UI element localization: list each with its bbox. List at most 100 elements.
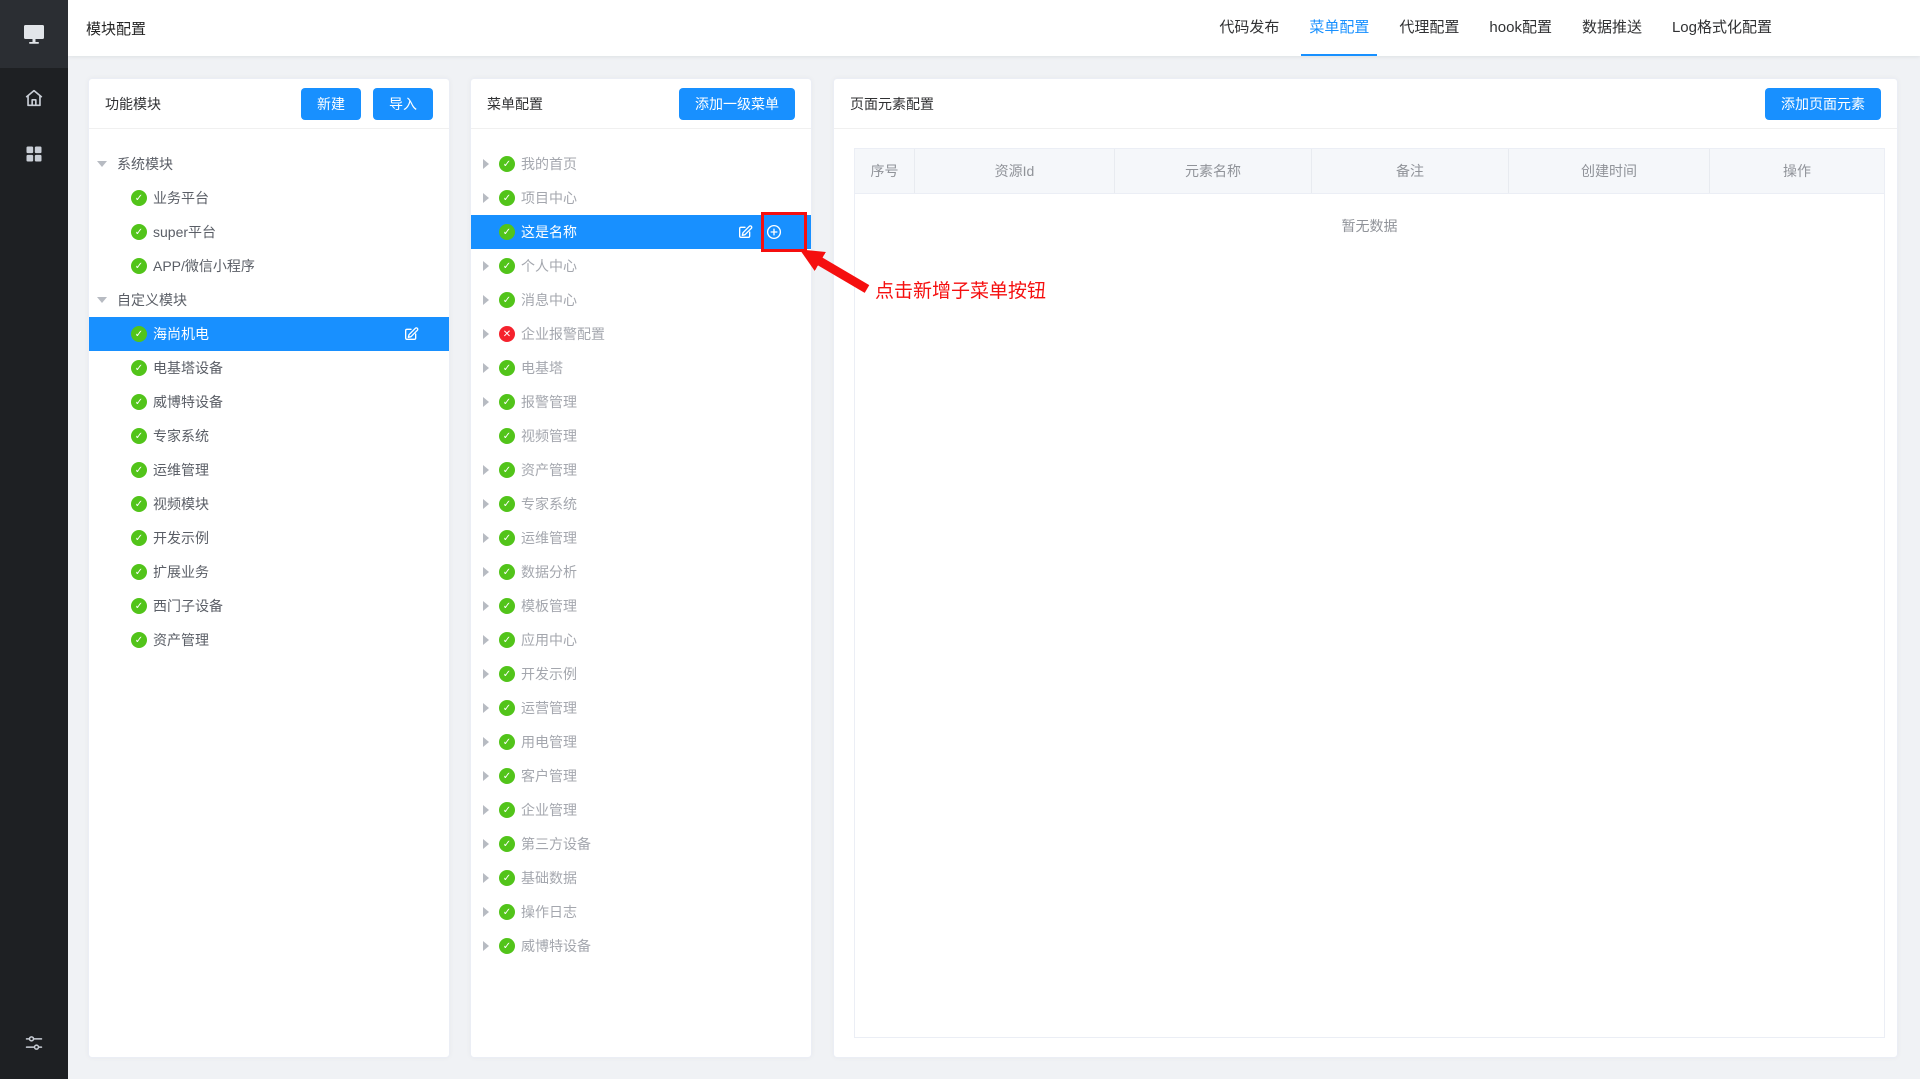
module-item-row[interactable]: ✓ 电基塔设备	[89, 351, 449, 385]
monitor-icon[interactable]	[0, 0, 68, 68]
import-module-button[interactable]: 导入	[373, 87, 433, 120]
module-item-row[interactable]: ✓ 运维管理	[89, 453, 449, 487]
monitor-icon-glyph	[24, 25, 44, 44]
caret-right-icon[interactable]	[483, 873, 489, 883]
tab-Log格式化配置[interactable]: Log格式化配置	[1672, 0, 1772, 56]
caret-right-icon[interactable]	[483, 295, 489, 305]
success-icon: ✓	[131, 530, 147, 546]
module-item-label: 运维管理	[153, 462, 209, 478]
menu-item-row[interactable]: ✓ 企业管理	[471, 793, 811, 827]
menu-item-row[interactable]: ✓ 消息中心	[471, 283, 811, 317]
module-item-row[interactable]: ✓ 海尚机电	[89, 317, 449, 351]
menu-item-row[interactable]: ✓ 项目中心	[471, 181, 811, 215]
success-icon: ✓	[499, 360, 515, 376]
home-icon[interactable]	[0, 76, 68, 120]
tab-菜单配置[interactable]: 菜单配置	[1301, 0, 1378, 56]
caret-right-icon[interactable]	[483, 363, 489, 373]
add-child-menu-icon[interactable]	[765, 223, 783, 241]
caret-right-icon[interactable]	[483, 703, 489, 713]
menu-item-row[interactable]: ✓ 数据分析	[471, 555, 811, 589]
annotation-text: 点击新增子菜单按钮	[875, 281, 1047, 302]
module-item-row[interactable]: ✓ 专家系统	[89, 419, 449, 453]
menu-item-row[interactable]: ✓ 基础数据	[471, 861, 811, 895]
menu-item-row[interactable]: ✓ 这是名称	[471, 215, 811, 249]
menu-item-row[interactable]: ✓ 威博特设备	[471, 929, 811, 963]
menu-item-label: 应用中心	[521, 632, 577, 648]
caret-right-icon[interactable]	[483, 533, 489, 543]
caret-right-icon[interactable]	[483, 193, 489, 203]
menu-item-row[interactable]: ✓ 视频管理	[471, 419, 811, 453]
menu-item-label: 威博特设备	[521, 938, 591, 954]
module-item-row[interactable]: ✓ 视频模块	[89, 487, 449, 521]
tab-代码发布[interactable]: 代码发布	[1219, 0, 1279, 56]
edit-icon[interactable]	[403, 326, 419, 342]
caret-right-icon[interactable]	[483, 159, 489, 169]
tab-hook配置[interactable]: hook配置	[1489, 0, 1552, 56]
caret-down-icon[interactable]	[97, 161, 107, 167]
module-item-row[interactable]: ✓ 扩展业务	[89, 555, 449, 589]
caret-right-icon[interactable]	[483, 941, 489, 951]
caret-right-icon[interactable]	[483, 669, 489, 679]
menu-item-row[interactable]: ✓ 运营管理	[471, 691, 811, 725]
caret-right-icon[interactable]	[483, 567, 489, 577]
elements-panel-title: 页面元素配置	[850, 95, 934, 112]
success-icon: ✓	[499, 836, 515, 852]
caret-right-icon[interactable]	[483, 805, 489, 815]
menu-item-row[interactable]: ✓ 客户管理	[471, 759, 811, 793]
menu-item-row[interactable]: ✓ 应用中心	[471, 623, 811, 657]
menu-item-row[interactable]: ✓ 我的首页	[471, 147, 811, 181]
menu-item-row[interactable]: ✓ 资产管理	[471, 453, 811, 487]
module-group-row[interactable]: 自定义模块	[89, 283, 449, 317]
menu-item-row[interactable]: ✕ 企业报警配置	[471, 317, 811, 351]
menu-item-row[interactable]: ✓ 专家系统	[471, 487, 811, 521]
caret-right-icon[interactable]	[483, 329, 489, 339]
module-item-row[interactable]: ✓ 业务平台	[89, 181, 449, 215]
add-page-element-button[interactable]: 添加页面元素	[1765, 87, 1881, 120]
menu-item-row[interactable]: ✓ 报警管理	[471, 385, 811, 419]
module-item-label: APP/微信小程序	[153, 258, 255, 274]
menu-item-row[interactable]: ✓ 操作日志	[471, 895, 811, 929]
caret-right-icon[interactable]	[483, 465, 489, 475]
menu-item-row[interactable]: ✓ 电基塔	[471, 351, 811, 385]
caret-right-icon[interactable]	[483, 737, 489, 747]
module-item-row[interactable]: ✓ APP/微信小程序	[89, 249, 449, 283]
menu-item-row[interactable]: ✓ 个人中心	[471, 249, 811, 283]
success-icon: ✓	[131, 326, 147, 342]
new-module-button[interactable]: 新建	[301, 87, 361, 120]
module-group-label: 自定义模块	[117, 292, 187, 308]
menu-item-label: 这是名称	[521, 224, 577, 240]
menu-item-row[interactable]: ✓ 用电管理	[471, 725, 811, 759]
caret-right-icon[interactable]	[483, 499, 489, 509]
menu-item-row[interactable]: ✓ 开发示例	[471, 657, 811, 691]
module-item-row[interactable]: ✓ 开发示例	[89, 521, 449, 555]
caret-right-icon[interactable]	[483, 397, 489, 407]
add-top-menu-button[interactable]: 添加一级菜单	[679, 87, 795, 120]
caret-right-icon[interactable]	[483, 261, 489, 271]
modules-panel-title: 功能模块	[105, 95, 161, 112]
caret-right-icon[interactable]	[483, 907, 489, 917]
sliders-icon[interactable]	[0, 1021, 68, 1065]
menu-item-row[interactable]: ✓ 运维管理	[471, 521, 811, 555]
caret-right-icon[interactable]	[483, 771, 489, 781]
menu-item-row[interactable]: ✓ 第三方设备	[471, 827, 811, 861]
tab-代理配置[interactable]: 代理配置	[1399, 0, 1459, 56]
module-group-row[interactable]: 系统模块	[89, 147, 449, 181]
caret-down-icon[interactable]	[97, 297, 107, 303]
caret-right-icon[interactable]	[483, 635, 489, 645]
success-icon: ✓	[499, 530, 515, 546]
tab-数据推送[interactable]: 数据推送	[1582, 0, 1642, 56]
menu-item-row[interactable]: ✓ 模板管理	[471, 589, 811, 623]
module-item-row[interactable]: ✓ 威博特设备	[89, 385, 449, 419]
edit-icon[interactable]	[737, 224, 753, 240]
table-column-header: 创建时间	[1509, 149, 1710, 193]
module-item-row[interactable]: ✓ 西门子设备	[89, 589, 449, 623]
caret-right-icon[interactable]	[483, 601, 489, 611]
caret-right-icon[interactable]	[483, 839, 489, 849]
success-icon: ✓	[131, 632, 147, 648]
success-icon: ✓	[131, 394, 147, 410]
apps-grid-icon[interactable]	[0, 132, 68, 176]
module-item-row[interactable]: ✓ super平台	[89, 215, 449, 249]
menu-item-label: 用电管理	[521, 734, 577, 750]
success-icon: ✓	[131, 564, 147, 580]
module-item-row[interactable]: ✓ 资产管理	[89, 623, 449, 657]
